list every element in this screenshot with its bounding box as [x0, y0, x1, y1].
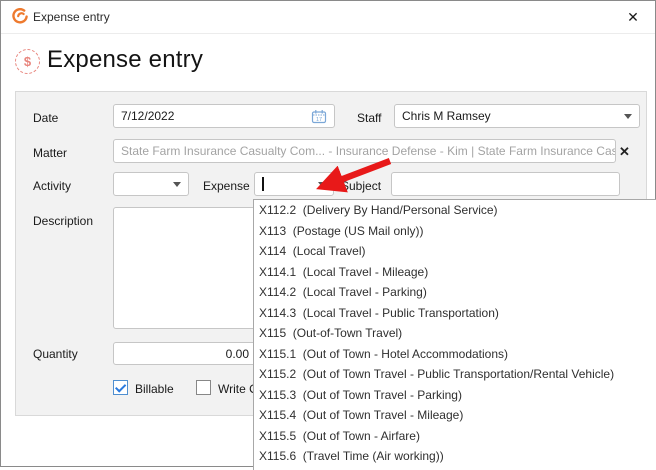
date-value: 7/12/2022 — [121, 109, 175, 123]
subject-label: Subject — [341, 179, 382, 193]
chevron-down-icon — [173, 181, 181, 187]
dropdown-item[interactable]: X115.2 (Out of Town Travel - Public Tran… — [254, 364, 656, 385]
chevron-down-icon — [624, 113, 632, 119]
chevron-down-icon[interactable] — [318, 181, 326, 187]
matter-label: Matter — [33, 146, 68, 160]
write-off-checkbox[interactable] — [196, 380, 211, 395]
dropdown-item[interactable]: X115.4 (Out of Town Travel - Mileage) — [254, 405, 656, 426]
date-input[interactable]: 7/12/2022 17 — [113, 104, 335, 128]
dropdown-item[interactable]: X115 (Out-of-Town Travel) — [254, 323, 656, 344]
dollar-sign: $ — [23, 54, 32, 69]
close-icon[interactable]: ✕ — [619, 4, 647, 30]
calendar-icon[interactable]: 17 — [311, 109, 327, 124]
expense-combobox[interactable] — [254, 172, 334, 196]
activity-select[interactable] — [113, 172, 189, 196]
dropdown-item[interactable]: X115.3 (Out of Town Travel - Parking) — [254, 385, 656, 406]
staff-value: Chris M Ramsey — [402, 109, 491, 123]
smokeball-logo-icon — [12, 8, 28, 24]
dropdown-item[interactable]: X114.3 (Local Travel - Public Transporta… — [254, 303, 656, 324]
dropdown-item[interactable]: X114.2 (Local Travel - Parking) — [254, 282, 656, 303]
date-label: Date — [33, 111, 59, 125]
text-cursor — [262, 177, 264, 191]
dropdown-item[interactable]: X115.1 (Out of Town - Hotel Accommodatio… — [254, 344, 656, 365]
dropdown-item[interactable]: X115.5 (Out of Town - Airfare) — [254, 426, 656, 447]
dropdown-item[interactable]: X112.2 (Delivery By Hand/Personal Servic… — [254, 200, 656, 221]
billable-label: Billable — [135, 382, 174, 396]
expense-label: Expense — [203, 179, 250, 193]
staff-label: Staff — [357, 111, 382, 125]
clear-matter-icon[interactable]: ✕ — [619, 145, 630, 158]
expense-dropdown-list[interactable]: X112.2 (Delivery By Hand/Personal Servic… — [253, 199, 656, 470]
subject-input[interactable] — [391, 172, 620, 196]
quantity-label: Quantity — [33, 347, 78, 361]
activity-label: Activity — [33, 179, 72, 193]
dropdown-item[interactable]: X114 (Local Travel) — [254, 241, 656, 262]
dropdown-item[interactable]: X114.1 (Local Travel - Mileage) — [254, 262, 656, 283]
expense-entry-dialog: Expense entry ✕ $ Expense entry Date 7/1… — [0, 0, 656, 470]
description-label: Description — [33, 214, 94, 228]
matter-input[interactable]: State Farm Insurance Casualty Com... - I… — [113, 139, 616, 163]
dropdown-item[interactable]: X115.6 (Travel Time (Air working)) — [254, 446, 656, 467]
window-title: Expense entry — [33, 10, 110, 24]
staff-select[interactable]: Chris M Ramsey — [394, 104, 640, 128]
dropdown-item[interactable]: X113 (Postage (US Mail only)) — [254, 221, 656, 242]
expense-badge-icon: $ — [15, 49, 40, 74]
billable-checkbox[interactable] — [113, 380, 128, 395]
quantity-input[interactable] — [113, 342, 257, 365]
page-title: Expense entry — [47, 46, 204, 73]
svg-text:17: 17 — [316, 116, 322, 122]
check-icon — [114, 380, 126, 393]
matter-value: State Farm Insurance Casualty Com... - I… — [121, 144, 616, 158]
dropdown-item[interactable]: X116 (Meals) — [254, 467, 656, 470]
title-bar: Expense entry ✕ — [1, 1, 655, 34]
